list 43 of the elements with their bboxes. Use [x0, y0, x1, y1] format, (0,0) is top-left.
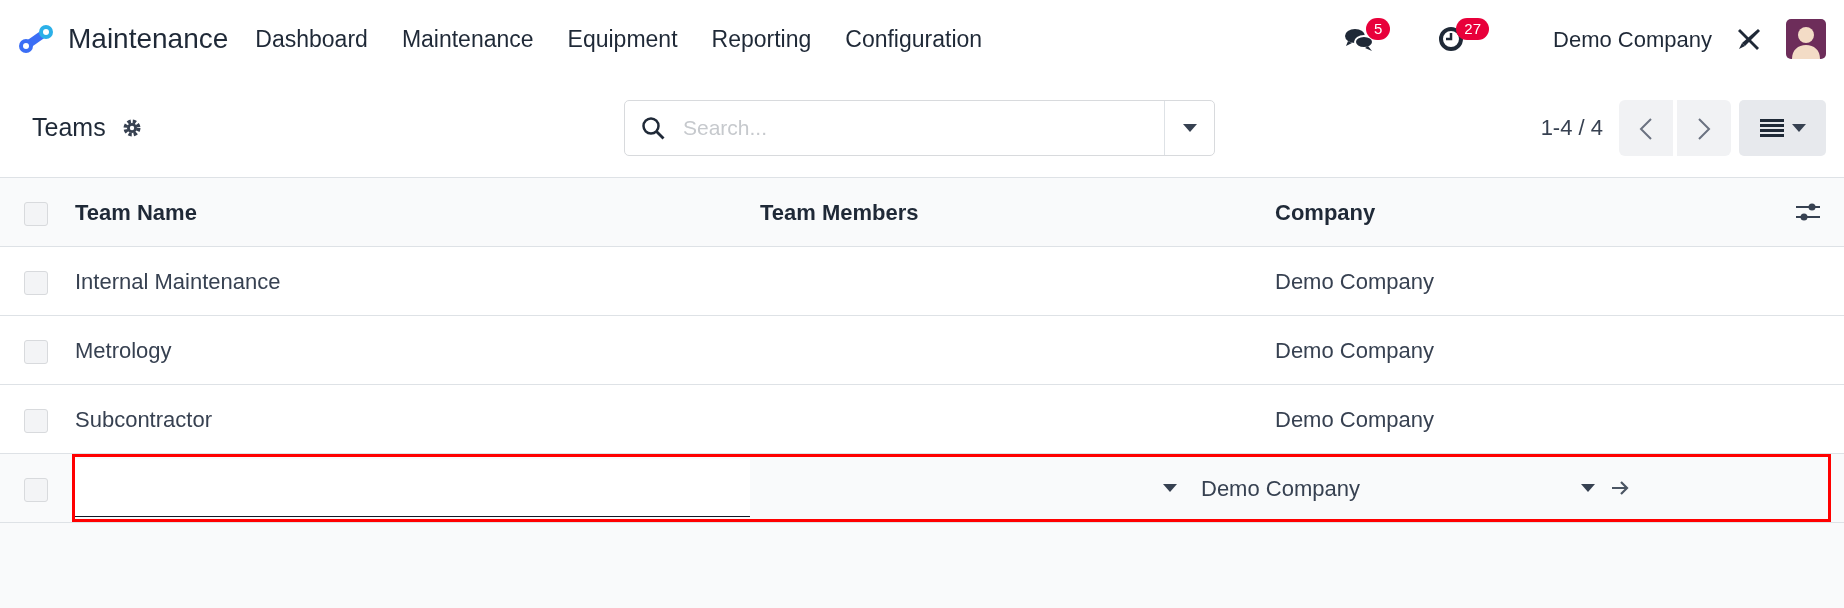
caret-icon[interactable] [1182, 123, 1197, 132]
avatar[interactable] [1786, 19, 1826, 59]
team-name-input[interactable] [75, 459, 750, 517]
settings-icon[interactable] [121, 117, 142, 138]
column-settings-icon[interactable] [1796, 201, 1820, 223]
view-switcher-button[interactable] [1739, 99, 1826, 156]
row-checkbox[interactable] [24, 339, 48, 364]
arrow-right-icon[interactable] [1611, 480, 1629, 496]
chevron-left-icon[interactable] [1639, 117, 1653, 142]
search-icon [641, 115, 665, 140]
chevron-right-icon[interactable] [1697, 117, 1711, 142]
page-title: Teams [32, 111, 106, 143]
column-header[interactable]: Company [1275, 199, 1376, 225]
caret-icon[interactable] [1163, 484, 1177, 492]
row-checkbox[interactable] [24, 477, 48, 502]
menu-item[interactable]: Reporting [694, 21, 829, 57]
column-header[interactable]: Team Name [75, 199, 197, 225]
clock-icon[interactable] [1438, 26, 1465, 52]
activity-count-badge: 27 [1456, 18, 1490, 40]
caret-icon[interactable] [1581, 484, 1595, 492]
app-logo-icon[interactable] [18, 24, 54, 54]
row-checkbox[interactable] [24, 408, 48, 433]
app-name[interactable]: Maintenance [68, 18, 229, 60]
table-cell: Internal Maintenance [75, 268, 281, 294]
menu-item[interactable]: Equipment [550, 21, 695, 57]
pager-value[interactable]: 1-4 / 4 [1540, 111, 1603, 144]
caret-icon[interactable] [1791, 123, 1806, 132]
table-cell: Demo Company [1275, 337, 1434, 363]
table-cell: Demo Company [1275, 406, 1434, 432]
row-checkbox[interactable] [24, 270, 48, 295]
search-bar[interactable]: Search... [624, 99, 1215, 156]
column-header[interactable]: Team Members [760, 199, 919, 225]
tools-icon[interactable] [1736, 26, 1762, 52]
message-count-badge: 5 [1366, 18, 1391, 40]
menu-item[interactable]: Dashboard [238, 21, 385, 57]
company-switcher[interactable]: Demo Company [1537, 22, 1712, 56]
menu-item[interactable]: Maintenance [384, 21, 551, 57]
row-checkbox[interactable] [24, 201, 48, 226]
table-cell: Subcontractor [75, 406, 212, 432]
table-cell: Metrology [75, 337, 172, 363]
menu-item[interactable]: Configuration [828, 21, 1000, 57]
table-cell: Demo Company [1275, 268, 1434, 294]
list-view-icon[interactable] [1759, 118, 1784, 137]
